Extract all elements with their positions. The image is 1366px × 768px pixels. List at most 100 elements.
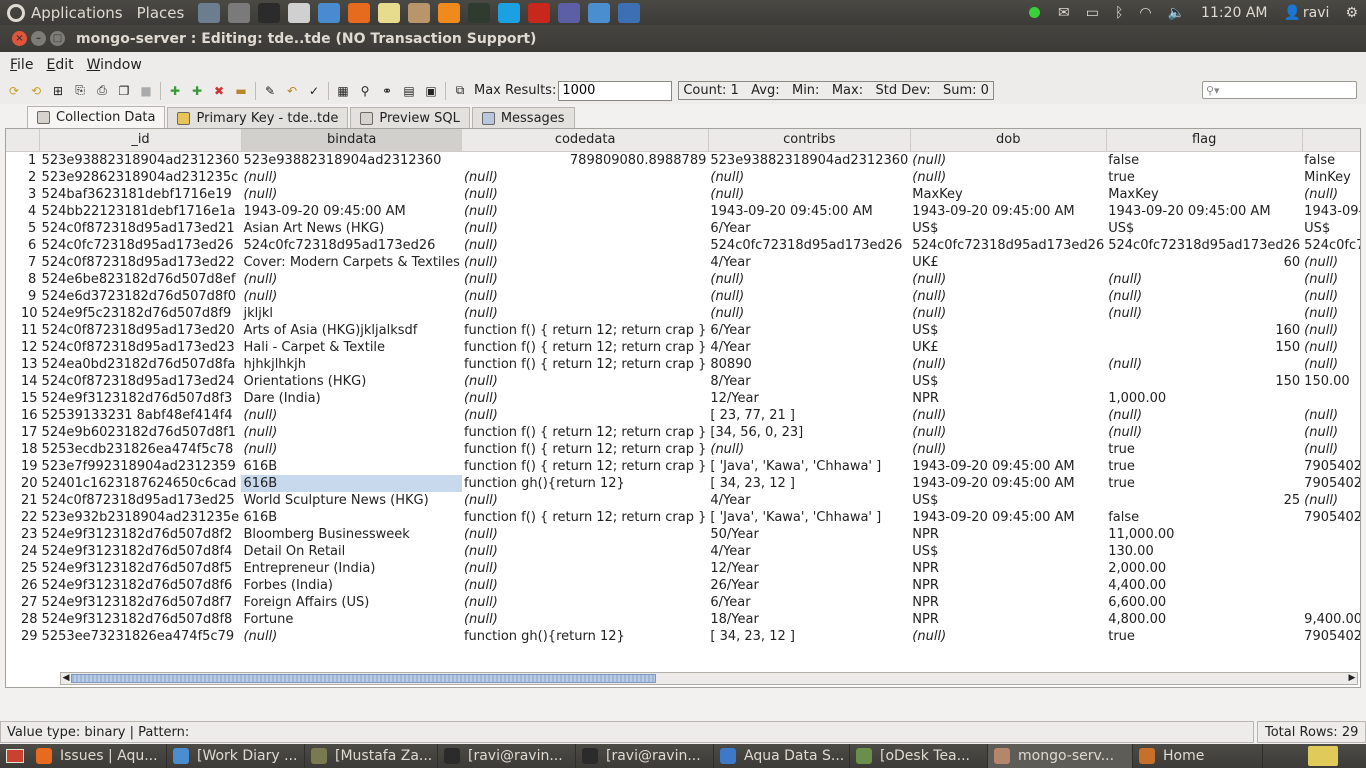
table-row[interactable]: 18 5253ecdb231826ea474f5c78 (null) function… xyxy=(6,440,1360,458)
table-cell[interactable]: 2,000.00 xyxy=(1106,560,1302,577)
table-row[interactable]: 10 524e9f5c23182d76d507d8f9 jkljkl (null) (n… xyxy=(6,304,1360,322)
ubuntu-logo-icon[interactable] xyxy=(7,3,25,22)
table-cell[interactable]: 524c0f872318d95ad173ed22 xyxy=(40,254,242,271)
table-cell[interactable]: (null) xyxy=(708,169,910,186)
table-row[interactable]: 13 524ea0bd23182d76d507d8fa hjhkjlhkjh func… xyxy=(6,355,1360,373)
copy-icon[interactable]: ❐ xyxy=(116,83,132,99)
table-cell[interactable]: 4/Year xyxy=(708,339,910,356)
scrollbar-thumb[interactable] xyxy=(71,674,656,683)
table-cell[interactable]: 524e9f3123182d76d507d8f4 xyxy=(40,543,242,560)
table-cell[interactable]: 1943-09-20 09:45:00 AM xyxy=(910,475,1106,492)
table-cell[interactable]: US$ xyxy=(910,543,1106,560)
horizontal-scrollbar[interactable]: ◀ ▶ xyxy=(60,672,1358,685)
table-cell[interactable] xyxy=(1302,526,1360,543)
table-cell[interactable]: 1943-09-20 09:45:00 AM xyxy=(910,458,1106,475)
table-cell[interactable]: true xyxy=(1106,441,1302,458)
scroll-left-arrow-icon[interactable]: ◀ xyxy=(61,673,71,684)
table-cell[interactable]: 4/Year xyxy=(708,254,910,271)
table-cell[interactable]: false xyxy=(1106,151,1302,169)
table-cell[interactable]: (null) xyxy=(1106,407,1302,424)
taskbar-item[interactable]: [oDesk Tea... xyxy=(850,744,988,768)
table-cell[interactable] xyxy=(1302,577,1360,594)
table-cell[interactable]: US$ xyxy=(910,373,1106,390)
table-cell[interactable]: 524c0fc72318d95ad173ed26 xyxy=(1302,237,1360,254)
table-cell[interactable]: 150.00 xyxy=(1302,373,1360,390)
taskbar-item[interactable]: mongo-serv... xyxy=(988,744,1133,768)
table-cell[interactable]: 12/Year xyxy=(708,390,910,407)
table-cell[interactable]: 160 xyxy=(1106,322,1302,339)
table-row[interactable]: 3 524baf3623181debf1716e19 (null) (null) (nu… xyxy=(6,185,1360,203)
table-cell[interactable]: 18/Year xyxy=(708,611,910,628)
table-cell[interactable]: Foreign Affairs (US) xyxy=(241,594,461,611)
table-row[interactable]: 26 524e9f3123182d76d507d8f6 Forbes (India)… xyxy=(6,576,1360,594)
table-cell[interactable]: 1943-09-20 09:45:00 AM xyxy=(1302,203,1360,220)
undo-icon[interactable]: ↶ xyxy=(284,83,300,99)
table-row[interactable]: 8 524e6be823182d76d507d8ef (null) (null) (nu… xyxy=(6,270,1360,288)
wifi-icon[interactable]: ◠ xyxy=(1139,5,1151,21)
table-cell[interactable]: (null) xyxy=(462,271,708,288)
taskbar-item[interactable]: Aqua Data S... xyxy=(714,744,850,768)
table-cell[interactable]: Dare (India) xyxy=(241,390,461,407)
table-cell[interactable]: (null) xyxy=(910,169,1106,186)
table-cell[interactable]: 8/Year xyxy=(708,373,910,390)
table-cell[interactable]: 150 xyxy=(1106,373,1302,390)
vlc-launcher-icon[interactable] xyxy=(438,2,461,23)
table-cell[interactable]: (null) xyxy=(1302,407,1360,424)
table-cell[interactable]: (null) xyxy=(241,407,461,424)
table-cell[interactable]: 6,600.00 xyxy=(1106,594,1302,611)
table-cell[interactable] xyxy=(1302,390,1360,407)
text-editor-launcher-icon[interactable] xyxy=(288,2,311,23)
table-cell[interactable]: false xyxy=(1106,509,1302,526)
taskbar-item[interactable]: [ravi@ravin... xyxy=(438,744,576,768)
column-header[interactable]: flag xyxy=(1106,129,1303,152)
mail-icon[interactable]: ✉ xyxy=(1058,5,1070,21)
table-cell[interactable]: 524c0f872318d95ad173ed20 xyxy=(40,322,242,339)
menu-window[interactable]: Window xyxy=(87,57,142,73)
table-cell[interactable]: NPR xyxy=(910,577,1106,594)
column-header[interactable]: bindata xyxy=(241,129,463,152)
thunderbird-launcher-icon[interactable] xyxy=(618,2,641,23)
table-cell[interactable]: (null) xyxy=(910,356,1106,373)
table-cell[interactable]: NPR xyxy=(910,526,1106,543)
table-cell[interactable]: 50/Year xyxy=(708,526,910,543)
table-cell[interactable]: 80890 xyxy=(708,356,910,373)
table-cell[interactable]: 524c0fc72318d95ad173ed26 xyxy=(1106,237,1302,254)
table-cell[interactable]: NPR xyxy=(910,390,1106,407)
table-cell[interactable]: (null) xyxy=(708,271,910,288)
table-row[interactable]: 5 524c0f872318d95ad173ed21 Asian Art News … xyxy=(6,219,1360,237)
session-gear-icon[interactable]: ⚙ xyxy=(1345,5,1358,21)
table-cell[interactable]: 4,400.00 xyxy=(1106,577,1302,594)
table-cell[interactable]: 25 xyxy=(1106,492,1302,509)
table-cell[interactable]: (null) xyxy=(910,441,1106,458)
table-cell[interactable]: (null) xyxy=(1106,288,1302,305)
table-cell[interactable]: true xyxy=(1106,475,1302,492)
table-cell[interactable]: (null) xyxy=(462,237,708,254)
table-cell[interactable]: (null) xyxy=(462,611,708,628)
table-cell[interactable]: hjhkjlhkjh xyxy=(241,356,461,373)
table-cell[interactable]: 524c0f872318d95ad173ed24 xyxy=(40,373,242,390)
column-icon[interactable]: ▤ xyxy=(401,83,417,99)
chromium-launcher-icon[interactable] xyxy=(588,2,611,23)
window-minimize-button[interactable]: – xyxy=(31,31,46,46)
taskbar-item[interactable]: [ravi@ravin... xyxy=(576,744,714,768)
disabled-icon[interactable]: ■ xyxy=(138,83,154,99)
network-status-icon[interactable] xyxy=(1029,7,1040,18)
table-cell[interactable]: 79054025 xyxy=(1302,475,1360,492)
table-cell[interactable]: World Sculpture News (HKG) xyxy=(241,492,461,509)
table-cell[interactable]: (null) xyxy=(462,577,708,594)
table-cell[interactable]: NPR xyxy=(910,594,1106,611)
table-cell[interactable]: (null) xyxy=(1106,424,1302,441)
filter-icon[interactable]: ⊞ xyxy=(50,83,66,99)
user-icon[interactable]: 👤 xyxy=(1283,5,1300,21)
table-cell[interactable]: US$ xyxy=(910,492,1106,509)
tab-messages[interactable]: Messages xyxy=(471,107,575,128)
table-cell[interactable]: UK£ xyxy=(910,254,1106,271)
table-cell[interactable]: [ 'Java', 'Kawa', 'Chhawa' ] xyxy=(708,458,910,475)
table-cell[interactable]: MinKey xyxy=(1302,169,1360,186)
table-cell[interactable]: 524e9f3123182d76d507d8f2 xyxy=(40,526,242,543)
table-cell[interactable]: 524ea0bd23182d76d507d8fa xyxy=(40,356,242,373)
table-row[interactable]: 1 523e93882318904ad2312360 523e93882318904… xyxy=(6,151,1360,169)
table-row[interactable]: 22 523e932b2318904ad231235e 616B function f… xyxy=(6,508,1360,526)
tab-collection-data[interactable]: Collection Data xyxy=(27,106,166,128)
volume-icon[interactable]: 🔈 xyxy=(1168,5,1185,21)
